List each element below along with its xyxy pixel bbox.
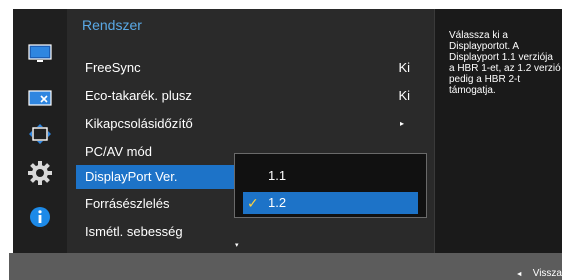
picture-icon[interactable] <box>13 39 67 69</box>
menu-item-label: FreeSync <box>85 60 141 75</box>
option-label: 1.1 <box>268 168 287 183</box>
option-label: 1.2 <box>268 195 287 210</box>
osd-menu: Rendszer FreeSync Ki Eco-takarék. plusz … <box>0 0 562 280</box>
back-label: Vissza <box>532 268 562 279</box>
menu-item-value: Ki <box>398 88 410 103</box>
menu-title: Rendszer <box>82 17 142 33</box>
option-1-1[interactable]: 1.1 <box>243 165 418 187</box>
menu-item-label: Forrásészlelés <box>85 196 170 211</box>
menu-item-label: PC/AV mód <box>85 144 152 159</box>
menu-item-label: DisplayPort Ver. <box>85 169 178 184</box>
submenu-arrow-icon: ▸ <box>399 119 404 128</box>
menu-item-label: Ismétl. sebesség <box>85 224 183 239</box>
back-button[interactable]: ◄ Vissza <box>516 268 562 279</box>
screen-adjust-icon[interactable] <box>13 83 67 113</box>
help-text: Válassza ki a Displayportot. A Displaypo… <box>449 30 561 96</box>
scroll-down-icon[interactable]: ▾ <box>235 241 239 249</box>
help-panel: Válassza ki a Displayportot. A Displaypo… <box>434 9 562 253</box>
menu-item-repeat-rate[interactable]: Ismétl. sebesség <box>76 220 425 244</box>
menu-item-label: Eco-takarék. plusz <box>85 88 192 103</box>
back-arrow-icon: ◄ <box>515 271 523 278</box>
menu-item-label: Kikapcsolásidőzítő <box>85 116 193 131</box>
menu-item-value: Ki <box>398 60 410 75</box>
displayport-version-dropdown: 1.1 ✓ 1.2 <box>234 153 427 218</box>
category-icon-bar <box>13 9 67 253</box>
menu-item-displayport-ver[interactable]: DisplayPort Ver. <box>76 165 242 189</box>
menu-item-eco-saving[interactable]: Eco-takarék. plusz Ki <box>76 84 425 108</box>
bottom-bar: ◄ Vissza <box>9 253 562 280</box>
settings-gear-icon[interactable] <box>13 158 67 188</box>
position-arrows-icon[interactable] <box>13 119 67 149</box>
info-icon[interactable] <box>13 202 67 232</box>
checkmark-icon: ✓ <box>247 195 259 211</box>
menu-item-freesync[interactable]: FreeSync Ki <box>76 56 425 80</box>
menu-item-off-timer[interactable]: Kikapcsolásidőzítő ▸ <box>76 112 425 136</box>
option-1-2[interactable]: ✓ 1.2 <box>243 192 418 214</box>
